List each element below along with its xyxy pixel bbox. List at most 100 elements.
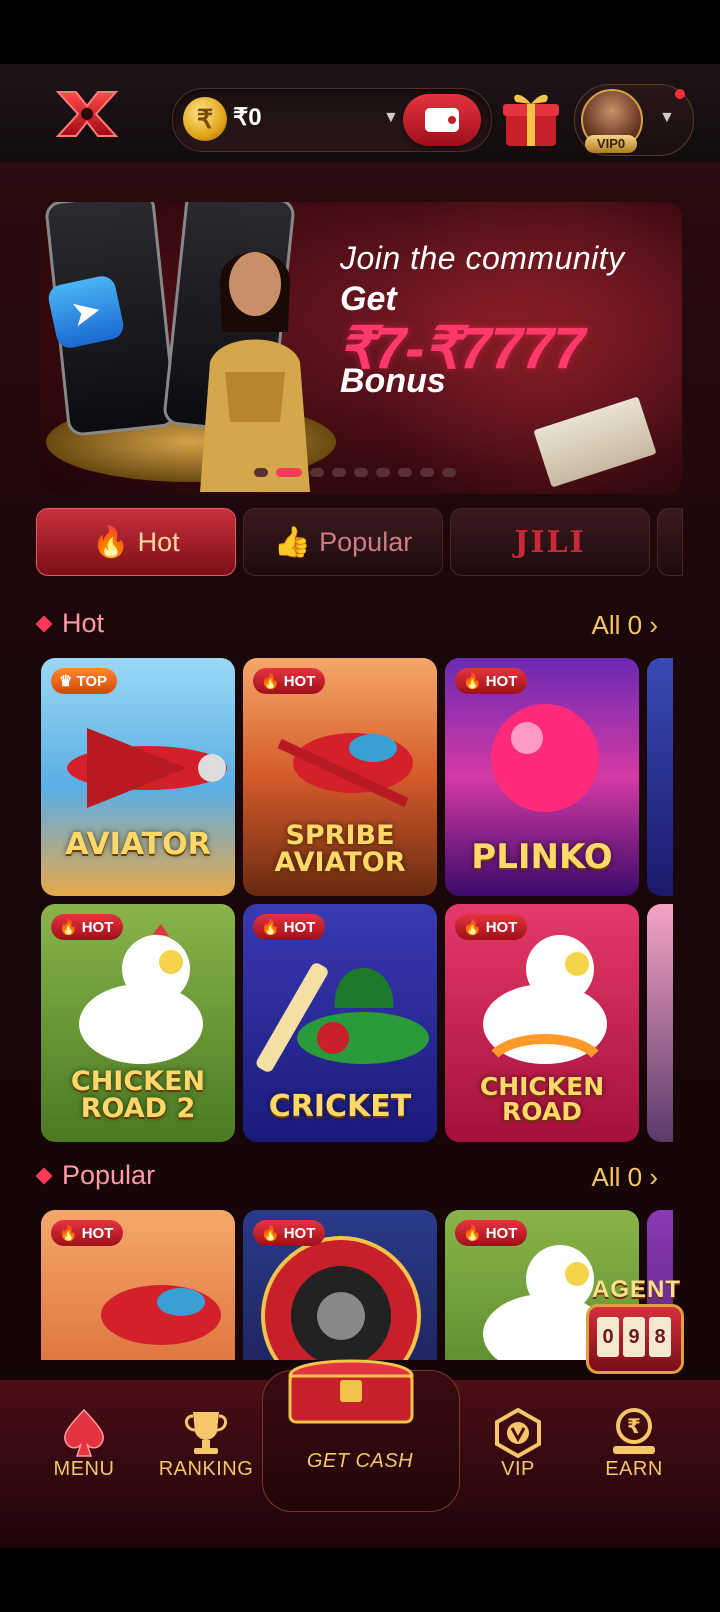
section-title-text: Popular (62, 1160, 156, 1190)
app-logo[interactable] (54, 84, 120, 144)
nav-ranking[interactable]: RANKING (148, 1380, 264, 1510)
carousel-dot[interactable] (254, 468, 268, 477)
badge-label: HOT (485, 672, 518, 690)
game-card-cricket[interactable]: 🔥 HOT CRICKET (243, 904, 437, 1142)
cricket-image (256, 963, 429, 1072)
tab-next-peek[interactable] (657, 508, 683, 576)
flame-icon: 🔥 (261, 1225, 280, 1242)
nav-label: RANKING (158, 1458, 254, 1480)
profile-button[interactable]: VIP0 ▼ (574, 84, 694, 156)
badge-label: HOT (283, 1224, 316, 1242)
tab-popular[interactable]: 👍 Popular (243, 508, 443, 576)
nav-label: GET CASH (306, 1450, 414, 1472)
plane-image (277, 733, 413, 808)
hot-badge: 🔥 HOT (253, 1220, 326, 1246)
diamond-icon (35, 615, 53, 632)
wallet-button[interactable] (403, 94, 481, 146)
hot-badge: 🔥 HOT (455, 1220, 528, 1246)
tab-hot[interactable]: 🔥 Hot (36, 508, 236, 576)
section-hot-title: Hot (35, 608, 104, 639)
nav-menu[interactable]: MENU (32, 1380, 136, 1510)
bottom-nav: MENU RANKING GET CASH VIP ₹ EARN (0, 1359, 720, 1548)
carousel-dot[interactable] (420, 468, 434, 477)
rupee-coin-icon: ₹ (183, 97, 227, 141)
notification-dot (675, 89, 685, 99)
hot-badge: 🔥 HOT (253, 668, 326, 694)
carousel-dot[interactable] (376, 468, 390, 477)
nav-vip[interactable]: VIP (466, 1380, 570, 1510)
gift-icon[interactable] (500, 86, 562, 150)
badge-label: HOT (485, 1224, 518, 1242)
game-card-aviator[interactable]: ♛ TOP AVIATOR (41, 658, 235, 896)
agent-floating-button[interactable]: 0 9 8 AGENT (578, 1276, 688, 1376)
banner-bonus-text: Bonus (340, 362, 446, 400)
chevron-down-icon[interactable]: ▼ (383, 109, 399, 127)
hot-badge: 🔥 HOT (455, 668, 528, 694)
vip-level-tag: VIP0 (585, 135, 637, 153)
trophy-icon (185, 1412, 227, 1454)
game-card-chicken-road[interactable]: 🔥 HOT CHICKEN ROAD (445, 904, 639, 1142)
flame-icon: 🔥 (261, 673, 280, 690)
chicken-image (79, 924, 203, 1064)
jili-logo: JILI (514, 524, 586, 560)
badge-label: HOT (81, 1224, 114, 1242)
see-all-label: All 0 (591, 1162, 643, 1192)
flame-icon: 🔥 (92, 525, 130, 559)
carousel-dot[interactable] (354, 468, 368, 477)
carousel-dot[interactable] (332, 468, 346, 477)
spade-icon (63, 1408, 105, 1457)
nav-get-cash[interactable]: GET CASH (262, 1359, 458, 1510)
model-image (200, 252, 310, 492)
game-card-peek[interactable] (647, 904, 673, 1142)
popular-see-all-link[interactable]: All 0 › (592, 1162, 658, 1193)
nav-earn[interactable]: ₹ EARN (582, 1380, 686, 1510)
crown-icon: ♛ (59, 673, 73, 690)
chevron-down-icon[interactable]: ▼ (659, 109, 675, 127)
carousel-dots (254, 468, 456, 477)
flame-icon: 🔥 (463, 673, 482, 690)
tab-jili[interactable]: JILI (450, 508, 650, 576)
hot-games-grid: ♛ TOP AVIATOR 🔥 HOT SPRIBE AVIATOR 🔥 HOT PL… (41, 658, 701, 1142)
agent-reel: 8 (649, 1317, 671, 1357)
thumbs-up-icon: 👍 (273, 525, 312, 559)
badge-label: TOP (76, 672, 108, 690)
game-title: PLINKO (471, 837, 613, 877)
game-card-peek[interactable] (647, 658, 673, 896)
svg-text:₹: ₹ (627, 1414, 641, 1438)
flame-icon: 🔥 (261, 919, 280, 936)
main-content: ➤ Join the community Get ₹7-₹7777 Bonus … (0, 162, 720, 1422)
game-card-chicken-road-2[interactable]: 🔥 HOT CHICKEN ROAD 2 (41, 904, 235, 1142)
carousel-dot[interactable] (310, 468, 324, 477)
carousel-dot[interactable] (276, 468, 302, 477)
balance-amount: ₹0 (233, 104, 262, 131)
game-title: AVIATOR (65, 827, 211, 862)
balance-pill[interactable]: ₹ ₹0 ▼ (172, 88, 492, 152)
carousel-dot[interactable] (398, 468, 412, 477)
agent-reel: 9 (623, 1317, 645, 1357)
game-card-spribe-aviator[interactable]: 🔥 HOT SPRIBE AVIATOR (243, 658, 437, 896)
badge-label: HOT (485, 918, 518, 936)
hot-see-all-link[interactable]: All 0 › (592, 610, 658, 641)
flame-icon: 🔥 (59, 919, 78, 936)
top-badge: ♛ TOP (51, 668, 118, 694)
hot-badge: 🔥 HOT (253, 914, 326, 940)
plane-image (101, 1285, 221, 1345)
nav-label: MENU (53, 1458, 115, 1480)
carousel-dot[interactable] (442, 468, 456, 477)
wallet-icon (425, 108, 459, 132)
badge-label: HOT (81, 918, 114, 936)
agent-reel: 0 (597, 1317, 619, 1357)
app-header: ₹ ₹0 ▼ VIP0 ▼ (0, 64, 720, 163)
promo-banner[interactable]: ➤ Join the community Get ₹7-₹7777 Bonus (40, 202, 682, 494)
category-tabs: 🔥 Hot 👍 Popular JILI (36, 508, 720, 576)
badge-label: HOT (283, 918, 316, 936)
game-card-popular-1[interactable]: 🔥 HOT (41, 1210, 235, 1360)
game-card-popular-2[interactable]: 🔥 HOT (243, 1210, 437, 1360)
flame-icon: 🔥 (463, 919, 482, 936)
badge-label: HOT (283, 672, 316, 690)
ball-image (491, 704, 599, 812)
plane-image (67, 728, 227, 808)
game-card-plinko[interactable]: 🔥 HOT PLINKO (445, 658, 639, 896)
game-title: CHICKEN ROAD (479, 1072, 605, 1126)
hot-badge: 🔥 HOT (51, 914, 124, 940)
